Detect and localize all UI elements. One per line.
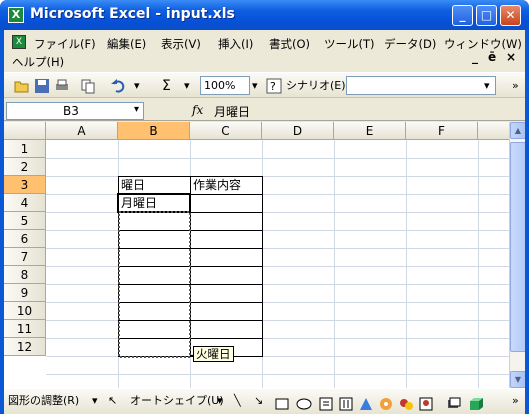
- grid-lines: [46, 140, 509, 388]
- doc-minimize-button[interactable]: _: [472, 50, 478, 64]
- undo-icon[interactable]: [110, 78, 126, 94]
- standard-toolbar: ▾ Σ ▾ 100% ▾ ? シナリオ(E)... ▾ »: [4, 72, 525, 98]
- picture-icon[interactable]: [418, 396, 434, 412]
- vertical-textbox-icon[interactable]: [338, 396, 354, 412]
- doc-restore-button[interactable]: ē: [488, 50, 496, 64]
- print-icon[interactable]: [54, 78, 70, 94]
- cell-c2[interactable]: 作業内容: [191, 177, 261, 194]
- zoom-dropdown-icon[interactable]: ▾: [252, 77, 258, 95]
- workbook-icon[interactable]: X: [12, 35, 26, 49]
- select-pointer-icon[interactable]: ↖: [108, 392, 117, 410]
- copy-icon[interactable]: [80, 78, 96, 94]
- worksheet-grid[interactable]: A B C D E F 1 2 3 4 5 6 7 8 9 10 11 12 曜…: [4, 122, 525, 388]
- row-header-5[interactable]: 5: [4, 212, 46, 230]
- row-header-3[interactable]: 3: [4, 176, 46, 194]
- scenario-dropdown-icon[interactable]: ▾: [484, 77, 490, 95]
- name-box-dropdown-icon[interactable]: ▾: [134, 104, 139, 115]
- drawing-options-icon[interactable]: »: [512, 392, 519, 410]
- excel-window: X Microsoft Excel - input.xls _ □ ✕ X ファ…: [0, 0, 529, 414]
- menu-bar: X ファイル(F) 編集(E) 表示(V) 挿入(I) 書式(O) ツール(T)…: [4, 30, 525, 70]
- wordart-icon[interactable]: [358, 396, 374, 412]
- undo-dropdown-icon[interactable]: ▾: [134, 77, 140, 95]
- cell-b2[interactable]: 曜日: [119, 177, 189, 194]
- name-box[interactable]: B3: [6, 102, 144, 120]
- row-header-12[interactable]: 12: [4, 338, 46, 356]
- autosum-dropdown-icon[interactable]: ▾: [184, 77, 190, 95]
- row-header-4[interactable]: 4: [4, 194, 46, 212]
- 3d-style-icon[interactable]: [468, 396, 484, 412]
- oval-icon[interactable]: [296, 396, 312, 412]
- scroll-thumb[interactable]: [510, 142, 525, 352]
- menu-tools[interactable]: ツール(T): [324, 36, 375, 52]
- cell-b3[interactable]: 月曜日: [119, 195, 189, 212]
- menu-insert[interactable]: 挿入(I): [218, 36, 253, 52]
- maximize-button[interactable]: □: [476, 5, 497, 26]
- scroll-down-button[interactable]: ▼: [510, 371, 525, 388]
- rectangle-icon[interactable]: [274, 396, 290, 412]
- menu-help[interactable]: ヘルプ(H): [12, 54, 64, 70]
- row-header-10[interactable]: 10: [4, 302, 46, 320]
- excel-app-icon[interactable]: X: [8, 7, 24, 23]
- toolbar-options-icon[interactable]: »: [512, 77, 519, 95]
- draw-adjust-menu[interactable]: 図形の調整(R): [8, 392, 79, 410]
- shadow-style-icon[interactable]: [446, 396, 462, 412]
- line-icon[interactable]: ╲: [234, 392, 241, 410]
- draw-autoshape-menu[interactable]: オートシェイプ(U): [130, 392, 224, 410]
- arrow-icon[interactable]: ↘: [254, 392, 263, 410]
- autosum-button[interactable]: Σ: [162, 77, 171, 95]
- menu-edit[interactable]: 編集(E): [107, 36, 146, 52]
- close-button[interactable]: ✕: [500, 5, 521, 26]
- vertical-scrollbar[interactable]: ▲ ▼: [509, 122, 525, 388]
- row-header-6[interactable]: 6: [4, 230, 46, 248]
- menu-format[interactable]: 書式(O): [269, 36, 310, 52]
- svg-text:?: ?: [270, 80, 276, 93]
- row-header-7[interactable]: 7: [4, 248, 46, 266]
- row-header-2[interactable]: 2: [4, 158, 46, 176]
- minimize-button[interactable]: _: [452, 5, 473, 26]
- row-header-11[interactable]: 11: [4, 320, 46, 338]
- clipart-icon[interactable]: [398, 396, 414, 412]
- formula-bar: B3 ▾ fx 月曜日: [4, 101, 525, 121]
- scroll-up-button[interactable]: ▲: [510, 122, 525, 139]
- help-icon[interactable]: ?: [266, 78, 282, 94]
- client-area: X ファイル(F) 編集(E) 表示(V) 挿入(I) 書式(O) ツール(T)…: [4, 30, 525, 410]
- zoom-select[interactable]: 100%: [200, 76, 250, 95]
- menu-view[interactable]: 表示(V): [161, 36, 201, 52]
- menu-file[interactable]: ファイル(F): [34, 36, 96, 52]
- scenario-select[interactable]: [346, 76, 496, 95]
- window-title: Microsoft Excel - input.xls: [30, 6, 235, 22]
- row-header-8[interactable]: 8: [4, 266, 46, 284]
- autoshape-dropdown-icon[interactable]: ▾: [217, 392, 223, 410]
- open-icon[interactable]: [14, 78, 30, 94]
- row-header-1[interactable]: 1: [4, 140, 46, 158]
- insert-function-icon[interactable]: fx: [192, 103, 203, 117]
- row-header-9[interactable]: 9: [4, 284, 46, 302]
- drawing-toolbar: 図形の調整(R) ▾ ↖ オートシェイプ(U) ▾ ╲ ↘ »: [4, 388, 525, 414]
- draw-adjust-dropdown-icon[interactable]: ▾: [92, 392, 98, 410]
- textbox-icon[interactable]: [318, 396, 334, 412]
- title-bar[interactable]: X Microsoft Excel - input.xls _ □ ✕: [0, 0, 529, 30]
- autofill-tooltip: 火曜日: [193, 346, 234, 362]
- save-icon[interactable]: [34, 78, 50, 94]
- menu-data[interactable]: データ(D): [384, 36, 436, 52]
- formula-input[interactable]: 月曜日: [214, 103, 250, 120]
- diagram-icon[interactable]: [378, 396, 394, 412]
- doc-close-button[interactable]: ×: [506, 50, 516, 64]
